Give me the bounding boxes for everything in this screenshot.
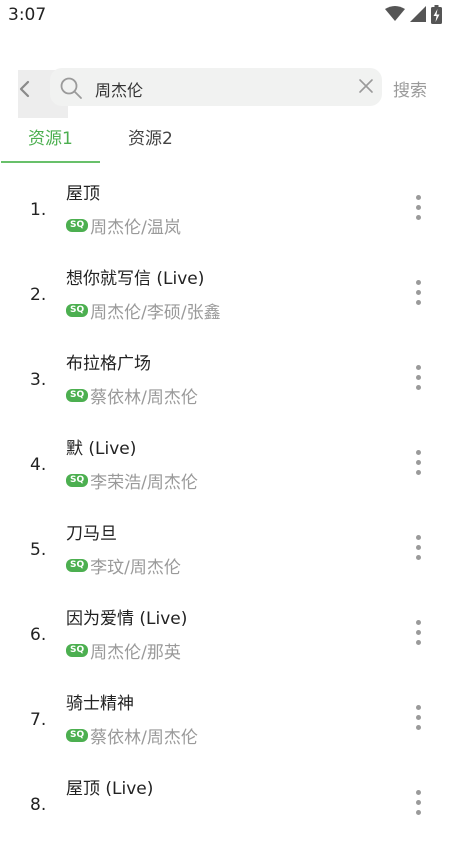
song-meta: SQ 周杰伦/温岚 <box>66 214 181 238</box>
song-title: 布拉格广场 <box>66 354 151 374</box>
song-row[interactable]: 1. 屋顶 SQ 周杰伦/温岚 <box>0 164 450 249</box>
chevron-left-icon <box>19 80 31 102</box>
song-meta: SQ 蔡依林/周杰伦 <box>66 384 198 408</box>
quality-badge: SQ <box>66 558 89 572</box>
song-number: 7. <box>30 710 47 730</box>
clear-icon[interactable] <box>358 78 374 98</box>
song-number: 6. <box>30 625 47 645</box>
song-artists: 蔡依林/周杰伦 <box>90 387 198 408</box>
song-title: 骑士精神 <box>66 694 134 714</box>
song-meta: SQ 周杰伦/那英 <box>66 639 181 663</box>
quality-badge: SQ <box>66 388 89 402</box>
song-artists: 周杰伦/李硕/张鑫 <box>90 302 221 323</box>
source-tabs: 资源1 资源2 <box>0 116 450 164</box>
song-number: 2. <box>30 285 47 305</box>
wifi-icon <box>385 6 405 26</box>
status-bar: 3:07 <box>0 0 450 32</box>
more-options-icon[interactable] <box>410 703 426 733</box>
song-title: 因为爱情 (Live) <box>66 609 188 629</box>
active-tab-indicator <box>1 161 100 163</box>
quality-badge: SQ <box>66 218 89 232</box>
song-artists: 周杰伦/那英 <box>90 642 181 663</box>
song-title: 默 (Live) <box>66 439 137 459</box>
more-options-icon[interactable] <box>410 193 426 223</box>
more-options-icon[interactable] <box>410 788 426 818</box>
tab-source-1[interactable]: 资源1 <box>28 124 73 149</box>
song-list: 1. 屋顶 SQ 周杰伦/温岚 2. 想你就写信 (Live) SQ 周杰伦/李… <box>0 164 450 844</box>
song-number: 1. <box>30 200 47 220</box>
cell-signal-icon <box>410 6 426 26</box>
song-meta: SQ 蔡依林/周杰伦 <box>66 724 198 748</box>
search-input[interactable]: 周杰伦 <box>50 68 382 106</box>
search-button[interactable]: 搜索 <box>393 76 427 101</box>
song-title: 想你就写信 (Live) <box>66 269 205 289</box>
quality-badge: SQ <box>66 303 89 317</box>
tab-source-2[interactable]: 资源2 <box>128 124 173 149</box>
song-row[interactable]: 8. 屋顶 (Live) <box>0 759 450 844</box>
song-artists: 李荣浩/周杰伦 <box>90 472 198 493</box>
status-time: 3:07 <box>8 5 47 25</box>
song-title: 屋顶 <box>66 184 100 204</box>
quality-badge: SQ <box>66 473 89 487</box>
song-artists: 李玟/周杰伦 <box>90 557 181 578</box>
song-row[interactable]: 5. 刀马旦 SQ 李玟/周杰伦 <box>0 504 450 589</box>
search-bar: 周杰伦 搜索 <box>0 66 450 118</box>
more-options-icon[interactable] <box>410 363 426 393</box>
quality-badge: SQ <box>66 728 89 742</box>
song-row[interactable]: 7. 骑士精神 SQ 蔡依林/周杰伦 <box>0 674 450 759</box>
more-options-icon[interactable] <box>410 533 426 563</box>
song-artists: 周杰伦/温岚 <box>90 217 181 238</box>
song-row[interactable]: 4. 默 (Live) SQ 李荣浩/周杰伦 <box>0 419 450 504</box>
song-number: 4. <box>30 455 47 475</box>
song-title: 屋顶 (Live) <box>66 779 154 799</box>
song-row[interactable]: 2. 想你就写信 (Live) SQ 周杰伦/李硕/张鑫 <box>0 249 450 334</box>
song-meta: SQ 李荣浩/周杰伦 <box>66 469 198 493</box>
song-row[interactable]: 3. 布拉格广场 SQ 蔡依林/周杰伦 <box>0 334 450 419</box>
song-row[interactable]: 6. 因为爱情 (Live) SQ 周杰伦/那英 <box>0 589 450 674</box>
battery-icon <box>431 4 442 28</box>
more-options-icon[interactable] <box>410 278 426 308</box>
song-number: 3. <box>30 370 47 390</box>
search-icon <box>59 76 83 104</box>
more-options-icon[interactable] <box>410 448 426 478</box>
song-artists: 蔡依林/周杰伦 <box>90 727 198 748</box>
quality-badge: SQ <box>66 643 89 657</box>
song-meta: SQ 李玟/周杰伦 <box>66 554 181 578</box>
song-meta: SQ 周杰伦/李硕/张鑫 <box>66 299 221 323</box>
song-title: 刀马旦 <box>66 524 117 544</box>
system-icons <box>385 4 442 28</box>
song-number: 5. <box>30 540 47 560</box>
song-number: 8. <box>30 795 47 815</box>
search-query-text: 周杰伦 <box>95 81 144 100</box>
more-options-icon[interactable] <box>410 618 426 648</box>
